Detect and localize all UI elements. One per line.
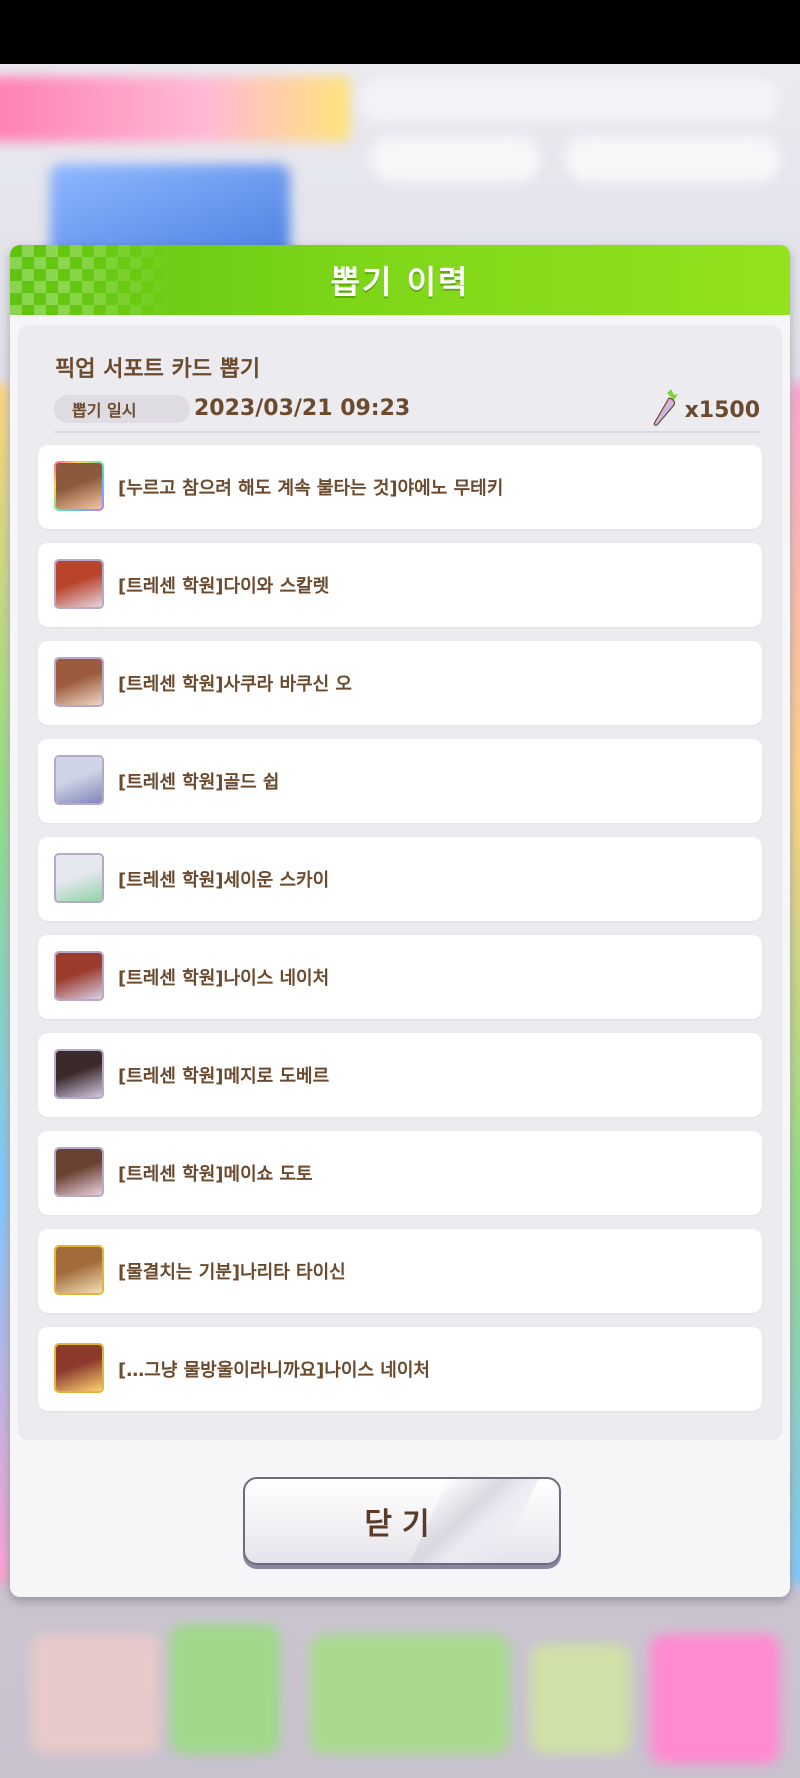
- character-portrait: [56, 1247, 102, 1293]
- card-name: [트레센 학원]다이와 스칼렛: [118, 576, 330, 597]
- list-item[interactable]: [물결치는 기분]나리타 타이신: [38, 1229, 762, 1313]
- dialog-title: 뽑기 이력: [330, 263, 470, 301]
- bg-menu-item: [310, 1634, 510, 1754]
- character-portrait: [56, 463, 102, 509]
- card-name: [트레센 학원]나이스 네이처: [118, 968, 330, 989]
- list-item[interactable]: [트레센 학원]다이와 스칼렛: [38, 543, 762, 627]
- bg-menu-item: [30, 1634, 160, 1754]
- support-card-thumbnail: [54, 951, 104, 1001]
- support-card-thumbnail: [54, 559, 104, 609]
- support-card-thumbnail: [54, 1147, 104, 1197]
- gacha-history-dialog: 뽑기 이력 픽업 서포트 카드 뽑기 뽑기 일시 2023/03/21 09:2…: [10, 245, 790, 1597]
- close-button[interactable]: 닫기: [243, 1477, 561, 1565]
- bg-menu-item: [170, 1624, 280, 1754]
- cost: x1500: [647, 389, 760, 431]
- bg-strip: [790, 384, 800, 1584]
- card-name: [누르고 참으려 해도 계속 불타는 것]야에노 무테키: [118, 478, 504, 499]
- list-item[interactable]: [트레센 학원]세이운 스카이: [38, 837, 762, 921]
- character-portrait: [56, 659, 102, 705]
- support-card-thumbnail: [54, 755, 104, 805]
- list-item[interactable]: [트레센 학원]사쿠라 바쿠신 오: [38, 641, 762, 725]
- list-item[interactable]: [트레센 학원]골드 쉽: [38, 739, 762, 823]
- bg-currency-bar: [360, 78, 780, 122]
- history-list: [누르고 참으려 해도 계속 불타는 것]야에노 무테키 [트레센 학원]다이와 …: [38, 445, 762, 1425]
- bg-button: [565, 136, 780, 182]
- list-item[interactable]: [트레센 학원]메지로 도베르: [38, 1033, 762, 1117]
- bg-menu-item: [530, 1644, 630, 1754]
- card-name: […그냥 물방울이라니까요]나이스 네이처: [118, 1360, 430, 1381]
- date-value: 2023/03/21 09:23: [194, 396, 411, 421]
- card-name: [트레센 학원]메이쇼 도토: [118, 1164, 313, 1185]
- list-item[interactable]: […그냥 물방울이라니까요]나이스 네이처: [38, 1327, 762, 1411]
- close-button-label: 닫기: [364, 1507, 440, 1542]
- support-card-thumbnail: [54, 657, 104, 707]
- support-card-thumbnail: [54, 853, 104, 903]
- card-name: [트레센 학원]사쿠라 바쿠신 오: [118, 674, 352, 695]
- dialog-header: 뽑기 이력: [10, 245, 790, 315]
- support-card-thumbnail: [54, 1049, 104, 1099]
- list-item[interactable]: [트레센 학원]메이쇼 도토: [38, 1131, 762, 1215]
- character-portrait: [56, 1149, 102, 1195]
- carrot-jewel-icon: [647, 389, 679, 431]
- gacha-info-row: 뽑기 일시 2023/03/21 09:23 x1500: [54, 389, 760, 433]
- cost-value: x1500: [684, 397, 760, 423]
- character-portrait: [56, 1051, 102, 1097]
- bg-ribbon: [0, 76, 350, 142]
- card-name: [물결치는 기분]나리타 타이신: [118, 1262, 346, 1283]
- character-portrait: [56, 855, 102, 901]
- bg-strip: [0, 384, 10, 1584]
- character-portrait: [56, 953, 102, 999]
- character-portrait: [56, 561, 102, 607]
- character-portrait: [56, 1345, 102, 1391]
- card-name: [트레센 학원]메지로 도베르: [118, 1066, 330, 1087]
- header-pattern: [10, 245, 180, 315]
- bg-menu-item: [650, 1634, 780, 1764]
- card-name: [트레센 학원]골드 쉽: [118, 772, 280, 793]
- list-item[interactable]: [누르고 참으려 해도 계속 불타는 것]야에노 무테키: [38, 445, 762, 529]
- character-portrait: [56, 757, 102, 803]
- card-name: [트레센 학원]세이운 스카이: [118, 870, 330, 891]
- support-card-thumbnail: [54, 461, 104, 511]
- list-item[interactable]: [트레센 학원]나이스 네이처: [38, 935, 762, 1019]
- status-bar: [0, 0, 800, 64]
- support-card-thumbnail: [54, 1343, 104, 1393]
- bg-button: [370, 136, 540, 182]
- support-card-thumbnail: [54, 1245, 104, 1295]
- date-label: 뽑기 일시: [54, 395, 190, 423]
- gacha-name: 픽업 서포트 카드 뽑기: [55, 357, 261, 382]
